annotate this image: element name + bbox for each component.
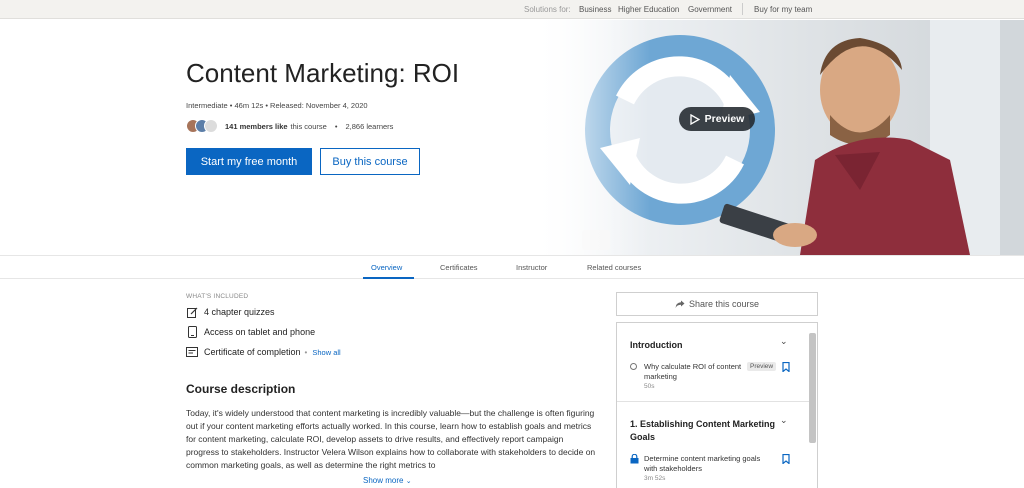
hero-fade bbox=[530, 20, 650, 255]
solutions-label: Solutions for: bbox=[524, 5, 571, 14]
solutions-bar: Solutions for: Business Higher Education… bbox=[0, 0, 1024, 19]
social-proof: 141 members like this course • 2,866 lea… bbox=[186, 118, 393, 134]
chevron-down-icon: ⌄ bbox=[405, 478, 412, 485]
lesson-duration: 50s bbox=[644, 383, 655, 390]
bookmark-icon[interactable] bbox=[782, 362, 790, 372]
share-icon bbox=[675, 300, 685, 308]
chevron-down-icon[interactable]: ⌄ bbox=[780, 415, 788, 426]
lesson-title[interactable]: Determine content marketing goals with s… bbox=[644, 454, 769, 474]
members-like-count: 141 members like bbox=[225, 121, 288, 131]
included-item-tablet: Access on tablet and phone bbox=[186, 325, 315, 339]
share-course-button[interactable]: Share this course bbox=[616, 292, 818, 316]
tab-related-courses[interactable]: Related courses bbox=[587, 263, 641, 272]
learners-count: 2,866 learners bbox=[345, 121, 394, 131]
toc-section-title[interactable]: Introduction bbox=[630, 339, 683, 352]
show-more-label: Show more bbox=[363, 476, 404, 485]
lesson-duration: 3m 52s bbox=[644, 475, 666, 482]
included-item-label: Access on tablet and phone bbox=[204, 327, 316, 337]
topbar-divider bbox=[742, 3, 743, 15]
lock-icon bbox=[630, 454, 639, 464]
certificate-icon bbox=[186, 346, 198, 358]
chevron-down-icon[interactable]: ⌄ bbox=[780, 336, 788, 347]
toc-scrollbar[interactable] bbox=[809, 333, 816, 443]
members-like-suffix: this course bbox=[290, 121, 327, 131]
whats-included-heading: WHAT'S INCLUDED bbox=[186, 293, 249, 300]
buy-for-team-link[interactable]: Buy for my team bbox=[754, 5, 812, 14]
toc-section-title[interactable]: 1. Establishing Content Marketing Goals bbox=[630, 418, 775, 444]
course-tabs: Overview Certificates Instructor Related… bbox=[0, 255, 1024, 279]
avatar bbox=[204, 119, 218, 133]
active-tab-indicator bbox=[363, 277, 414, 279]
tab-certificates[interactable]: Certificates bbox=[440, 263, 478, 272]
dot-separator: • bbox=[334, 121, 338, 131]
start-free-month-button[interactable]: Start my free month bbox=[186, 148, 312, 175]
solutions-business-link[interactable]: Business bbox=[579, 5, 611, 14]
preview-button[interactable]: Preview bbox=[679, 107, 755, 131]
course-description-text: Today, it's widely understood that conte… bbox=[186, 408, 596, 470]
dot-separator: • bbox=[304, 347, 308, 357]
show-all-link[interactable]: Show all bbox=[312, 348, 340, 357]
tab-overview[interactable]: Overview bbox=[371, 263, 402, 272]
toc-divider bbox=[617, 401, 809, 402]
lesson-status-icon bbox=[630, 363, 637, 370]
show-more-button[interactable]: Show more ⌄ bbox=[363, 476, 412, 485]
course-description-heading: Course description bbox=[186, 382, 296, 396]
quiz-icon bbox=[186, 306, 198, 318]
included-item-quizzes: 4 chapter quizzes bbox=[186, 305, 275, 319]
share-course-label: Share this course bbox=[688, 299, 760, 309]
course-hero: Content Marketing: ROI Intermediate • 46… bbox=[0, 20, 1024, 255]
solutions-higher-education-link[interactable]: Higher Education bbox=[618, 5, 679, 14]
play-icon bbox=[689, 113, 700, 125]
included-item-label: Certificate of completion bbox=[204, 347, 301, 357]
buy-course-button[interactable]: Buy this course bbox=[320, 148, 420, 175]
member-avatars bbox=[186, 119, 218, 133]
included-item-certificate: Certificate of completion • Show all bbox=[186, 345, 341, 359]
bookmark-icon[interactable] bbox=[782, 454, 790, 464]
course-meta: Intermediate • 46m 12s • Released: Novem… bbox=[186, 101, 368, 110]
course-title: Content Marketing: ROI bbox=[186, 58, 460, 88]
solutions-government-link[interactable]: Government bbox=[688, 5, 732, 14]
tablet-icon bbox=[186, 326, 198, 338]
preview-label: Preview bbox=[704, 113, 745, 125]
tab-instructor[interactable]: Instructor bbox=[516, 263, 547, 272]
table-of-contents: Introduction ⌄ Why calculate ROI of cont… bbox=[616, 322, 818, 488]
preview-badge: Preview bbox=[747, 362, 777, 371]
included-item-label: 4 chapter quizzes bbox=[204, 307, 275, 317]
lesson-title[interactable]: Why calculate ROI of content marketing bbox=[644, 362, 744, 382]
